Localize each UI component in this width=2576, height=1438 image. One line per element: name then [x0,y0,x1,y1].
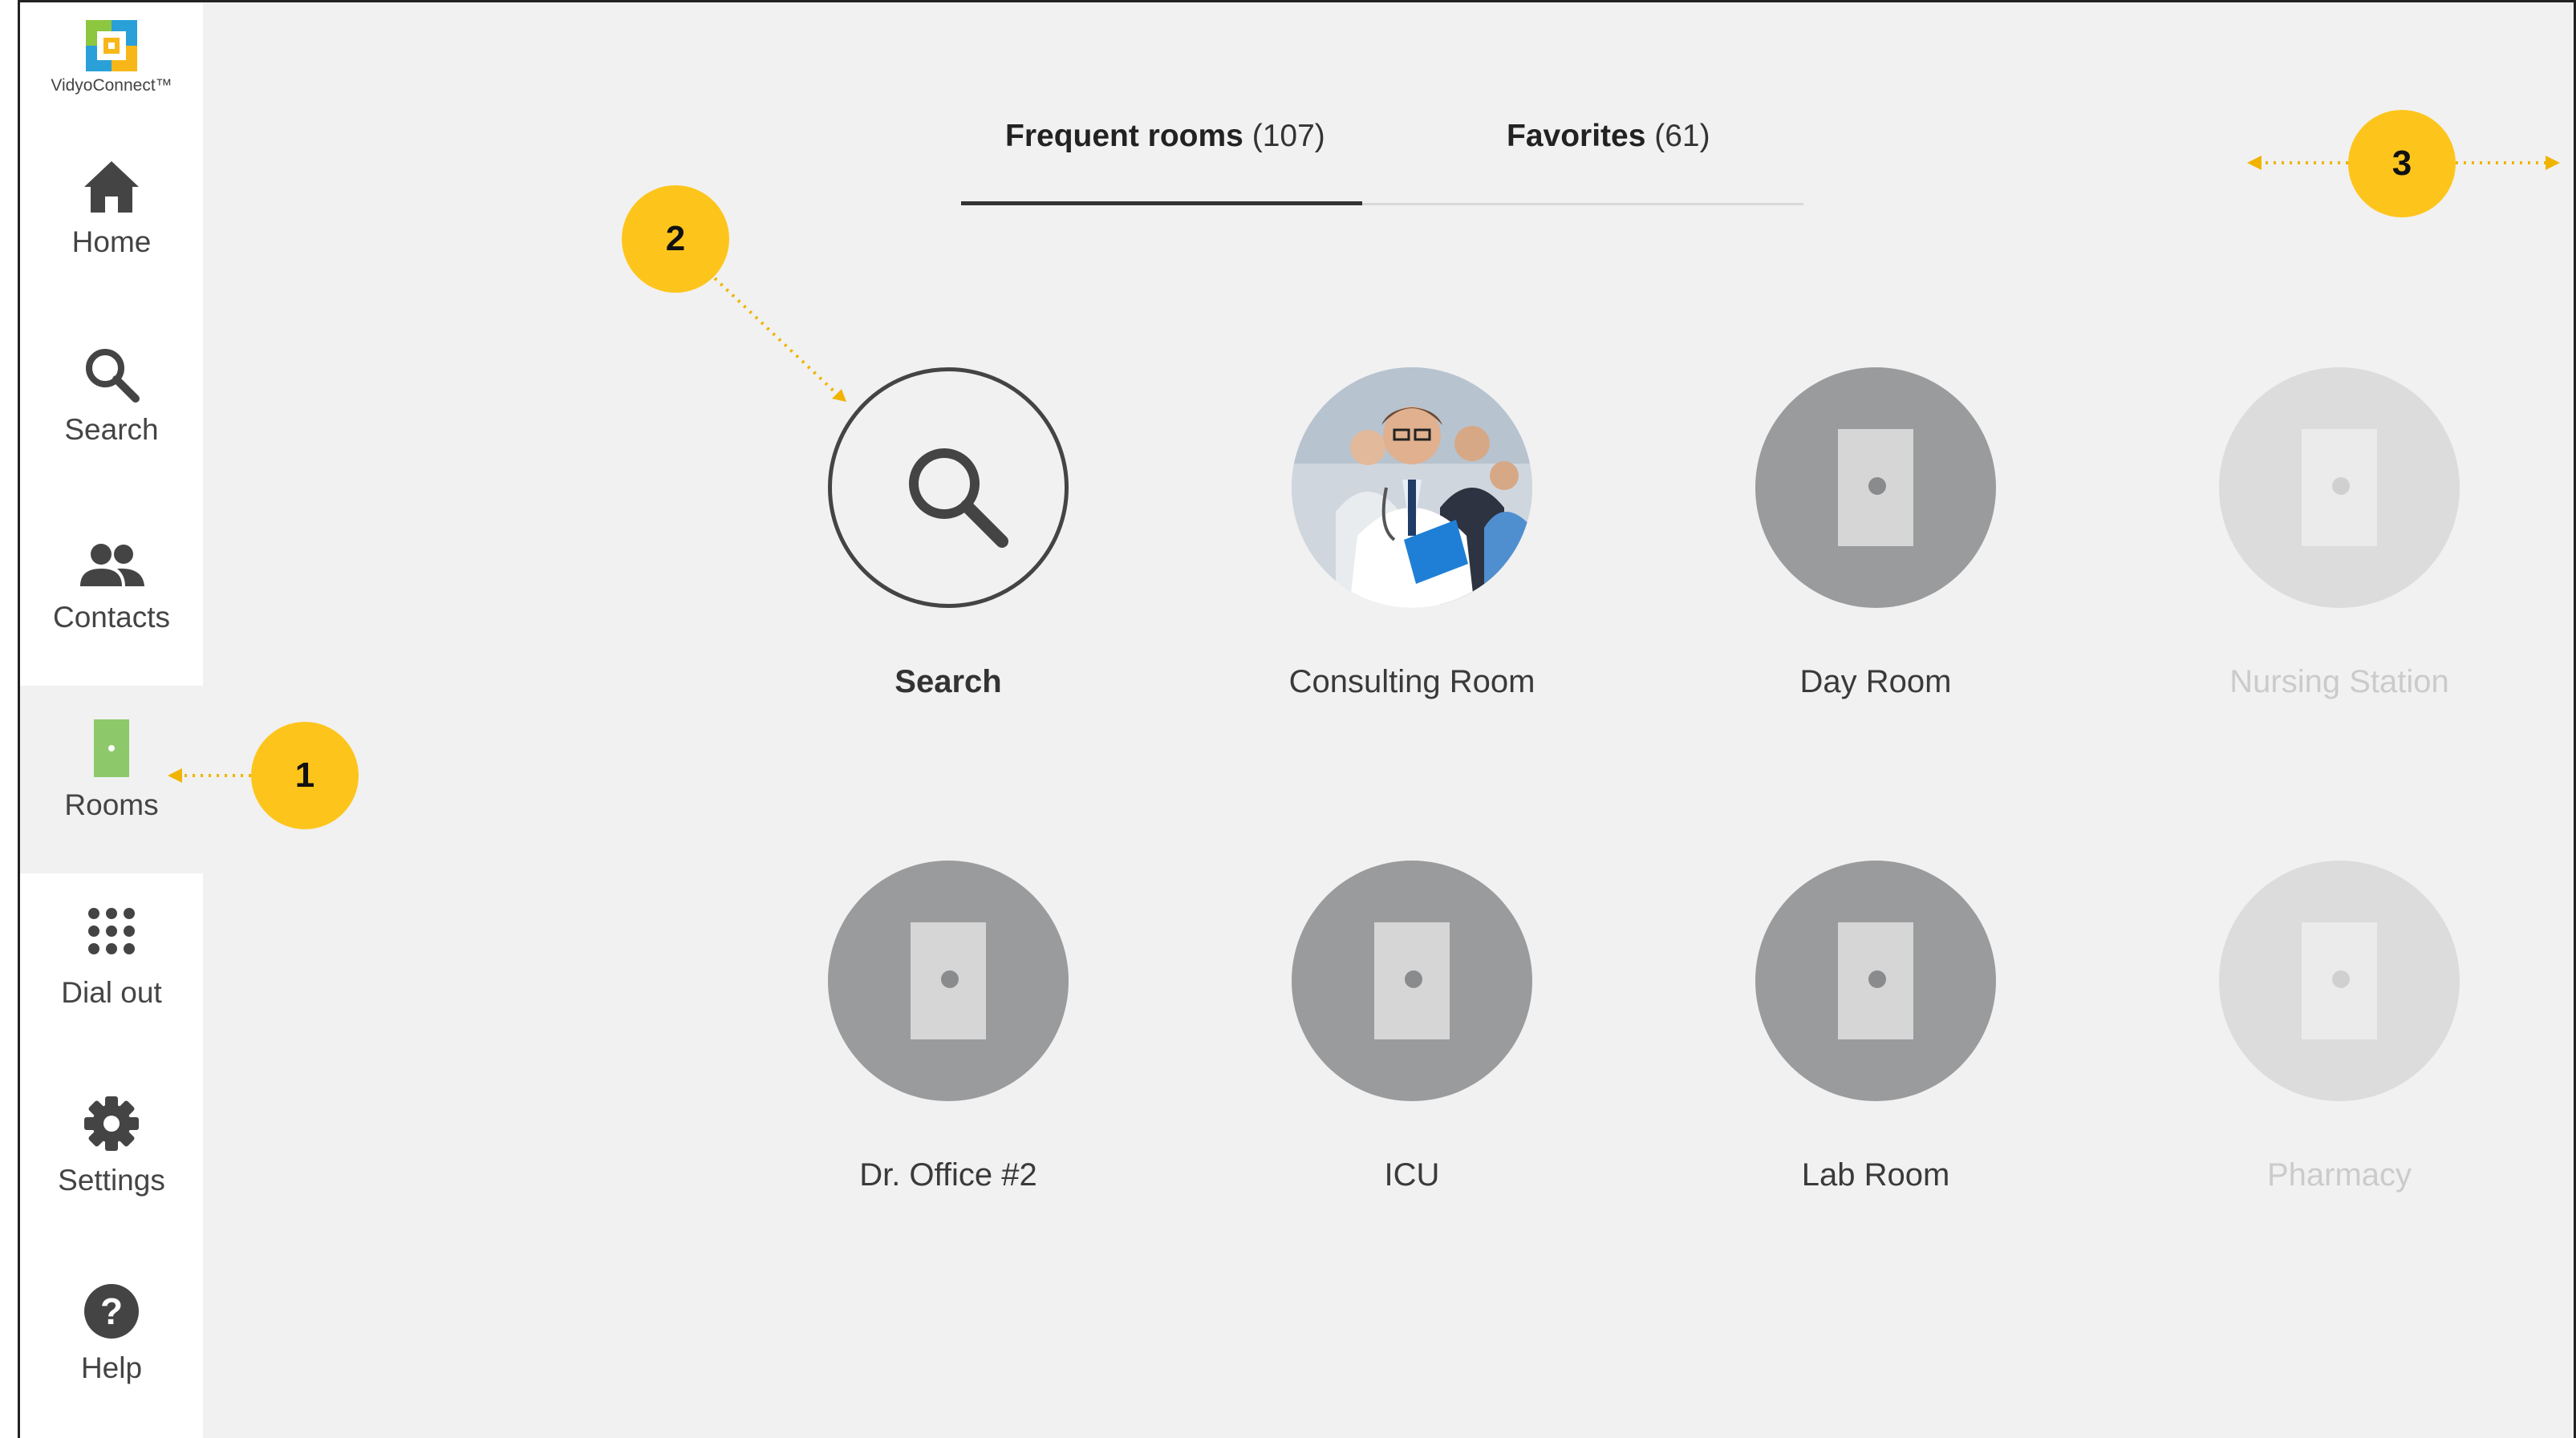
vidyo-logo-icon [86,20,137,71]
door-icon [2302,429,2377,546]
sidebar-item-label: Settings [58,1164,165,1197]
gear-icon [20,1093,203,1157]
sidebar-item-label: Contacts [52,601,170,634]
door-icon [1838,429,1913,546]
sidebar-item-help[interactable]: ? Help [20,1249,203,1436]
contacts-icon [20,530,203,594]
sidebar-item-label: Home [71,225,152,258]
room-label: Pharmacy [2266,1157,2412,1193]
app-window: VidyoConnect™ Home Search Contacts Rooms [18,0,2576,1438]
room-tile-consulting-room[interactable]: Consulting Room [1235,367,1588,752]
rooms-tabs: Frequent rooms (107) Favorites (61) [203,2,2574,211]
sidebar-item-label: Help [80,1351,143,1384]
sidebar-item-label: Search [64,413,159,446]
sidebar-item-rooms[interactable]: Rooms [20,686,203,873]
room-door-avatar [2219,861,2460,1101]
room-label: Dr. Office #2 [859,1157,1037,1193]
sidebar-item-label: Rooms [64,788,159,821]
room-door-avatar [1755,367,1996,608]
search-icon [909,448,1008,548]
tab-count: (61) [1654,119,1710,153]
rooms-panel: Frequent rooms (107) Favorites (61) Sear… [203,2,2574,1438]
sidebar-item-settings[interactable]: Settings [20,1061,203,1249]
room-photo-avatar [1292,367,1532,608]
help-icon: ? [20,1281,203,1345]
room-door-avatar [1292,861,1532,1101]
door-icon [911,922,986,1039]
room-label: Nursing Station [2229,664,2449,699]
sidebar-item-dial-out[interactable]: Dial out [20,873,203,1061]
sidebar-item-contacts[interactable]: Contacts [20,498,203,686]
room-tile-nursing-station[interactable]: Nursing Station [2163,367,2516,752]
door-icon [20,718,203,782]
room-label: Day Room [1799,664,1952,699]
logo-text: VidyoConnect™ [51,76,172,95]
room-tile-day-room[interactable]: Day Room [1699,367,2052,752]
tab-frequent-rooms[interactable]: Frequent rooms (107) [1005,119,1325,154]
home-icon [20,155,203,219]
room-search-circle [828,367,1069,608]
sidebar-item-home[interactable]: Home [20,123,203,310]
sidebar-item-search[interactable]: Search [20,310,203,498]
room-door-avatar [1755,861,1996,1101]
callout-badge-1: 1 [251,722,359,829]
active-tab-indicator [961,201,1362,205]
svg-text:?: ? [100,1290,123,1332]
room-tile-lab-room[interactable]: Lab Room [1699,861,2052,1246]
room-label: Consulting Room [1288,664,1535,699]
tab-favorites[interactable]: Favorites (61) [1507,119,1710,154]
search-icon [20,342,203,407]
room-door-avatar [2219,367,2460,608]
room-door-avatar [828,861,1069,1101]
door-icon [1374,922,1450,1039]
sidebar: VidyoConnect™ Home Search Contacts Rooms [20,2,203,1438]
sidebar-item-label: Dial out [61,976,162,1009]
tab-count: (107) [1251,119,1325,153]
app-logo: VidyoConnect™ [20,2,203,123]
room-tile-search[interactable]: Search [772,367,1125,752]
dialpad-icon [20,905,203,970]
room-label: ICU [1384,1157,1440,1193]
room-tile-dr-office-2[interactable]: Dr. Office #2 [772,861,1125,1246]
room-label: Lab Room [1801,1157,1950,1193]
door-icon [2302,922,2377,1039]
room-tile-pharmacy[interactable]: Pharmacy [2163,861,2516,1246]
callout-badge-2: 2 [622,185,729,293]
door-icon [1838,922,1913,1039]
room-label: Search [895,664,1002,699]
doctor-photo-icon [1292,367,1532,608]
callout-badge-3: 3 [2348,110,2456,217]
tab-label: Favorites [1507,119,1646,153]
tab-label: Frequent rooms [1005,119,1243,153]
room-tile-icu[interactable]: ICU [1235,861,1588,1246]
